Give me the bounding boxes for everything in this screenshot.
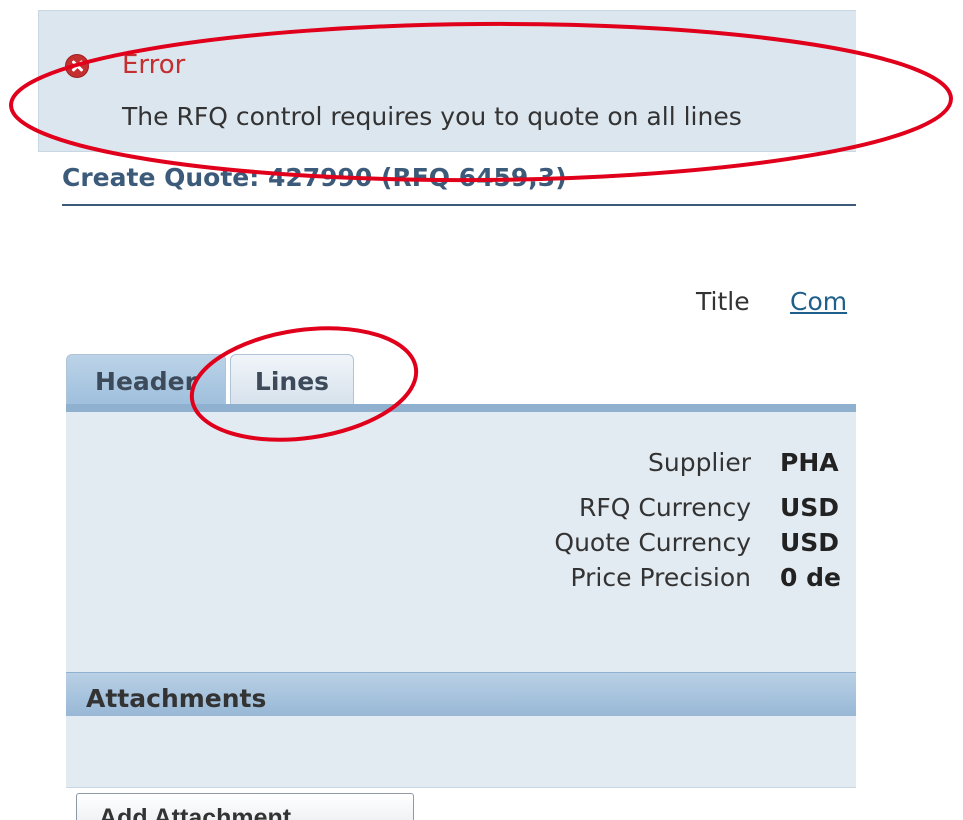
quote-page: Error The RFQ control requires you to qu…	[0, 0, 963, 820]
quote-currency-value: USD	[780, 528, 840, 557]
tab-bar	[66, 404, 856, 412]
tab-lines[interactable]: Lines	[230, 354, 354, 406]
error-message: The RFQ control requires you to quote on…	[122, 102, 742, 131]
rfq-currency-label: RFQ Currency	[578, 493, 751, 522]
quote-currency-label: Quote Currency	[554, 528, 751, 557]
supplier-label: Supplier	[647, 448, 751, 477]
heading-divider	[62, 204, 856, 206]
price-precision-label: Price Precision	[570, 563, 751, 592]
error-icon	[65, 54, 89, 78]
price-precision-value: 0 de	[780, 563, 841, 592]
attachments-title: Attachments	[86, 684, 267, 713]
tab-header[interactable]: Header	[66, 354, 226, 406]
error-title: Error	[122, 50, 186, 80]
rfq-currency-value: USD	[780, 493, 840, 522]
title-label: Title	[696, 287, 750, 316]
add-attachment-button[interactable]: Add Attachment	[76, 793, 414, 820]
title-link[interactable]: Com	[790, 287, 856, 316]
supplier-value: PHA	[780, 448, 839, 477]
page-title: Create Quote: 427990 (RFQ 6459,3)	[62, 163, 567, 192]
